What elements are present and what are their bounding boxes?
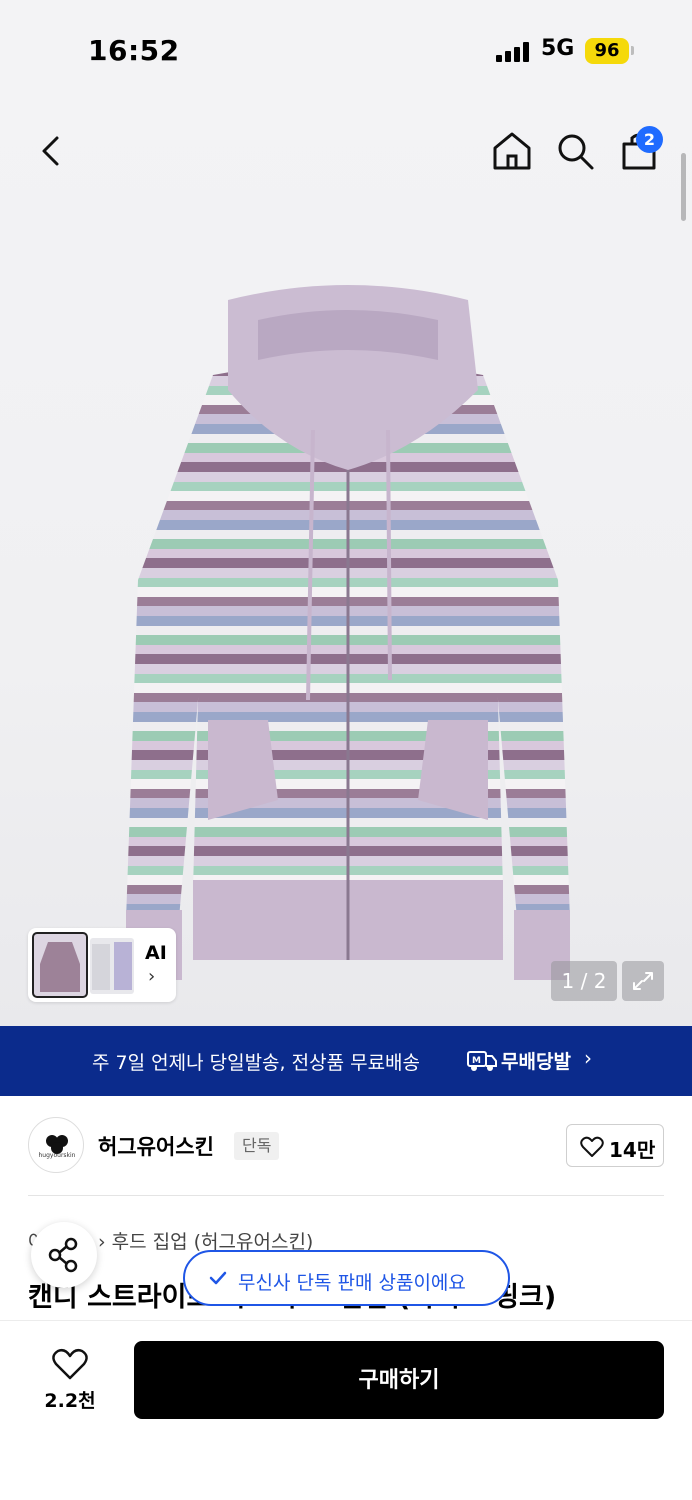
brand-name[interactable]: 허그유어스킨 xyxy=(98,1131,214,1161)
expand-button[interactable] xyxy=(622,961,664,1001)
battery-icon: 96 xyxy=(585,38,629,64)
back-arrow-icon xyxy=(42,136,59,166)
expand-icon xyxy=(633,972,653,990)
buy-button[interactable]: 구매하기 xyxy=(134,1341,664,1419)
shipping-banner[interactable]: 주 7일 언제나 당일발송, 전상품 무료배송 M 무배당발 › xyxy=(0,1026,692,1096)
wishlist-button[interactable]: 2.2천 xyxy=(40,1346,100,1416)
share-button[interactable] xyxy=(31,1222,97,1288)
banner-text: 주 7일 언제나 당일발송, 전상품 무료배송 xyxy=(92,1052,421,1074)
toast-text: 무신사 단독 판매 상품이에요 xyxy=(238,1272,466,1294)
ai-recommendation-card[interactable]: AI › xyxy=(28,928,176,1002)
divider xyxy=(28,1195,664,1196)
brand-logo-icon xyxy=(46,1135,68,1154)
chevron-right-icon: › xyxy=(148,966,156,987)
exclusive-toast: 무신사 단독 판매 상품이에요 xyxy=(183,1250,510,1306)
check-icon xyxy=(209,1271,227,1285)
heart-icon xyxy=(52,1348,88,1380)
search-button[interactable] xyxy=(550,126,600,176)
brand-like-button[interactable]: 14만 xyxy=(566,1124,664,1167)
status-bar: 16:52 5G 96 xyxy=(0,0,692,100)
product-image xyxy=(126,285,570,980)
brand-logo-text: hugyourskin xyxy=(38,1152,76,1159)
heart-icon xyxy=(580,1136,604,1157)
page-indicator: 1 / 2 xyxy=(551,961,617,1001)
chevron-right-icon: › xyxy=(584,1046,592,1070)
wishlist-count: 2.2천 xyxy=(44,1390,96,1412)
home-button[interactable] xyxy=(487,126,537,176)
thumbnail-image[interactable] xyxy=(32,932,88,998)
cart-count-badge: 2 xyxy=(636,126,663,153)
exclusive-badge: 단독 xyxy=(234,1132,280,1160)
scrollbar[interactable] xyxy=(681,153,686,221)
banner-logo-text: 무배당발 xyxy=(501,1051,571,1073)
battery-tip xyxy=(631,46,634,55)
svg-text:M: M xyxy=(472,1056,481,1066)
brand-logo[interactable]: hugyourskin xyxy=(28,1117,84,1173)
status-time: 16:52 xyxy=(88,34,180,67)
delivery-truck-icon: M xyxy=(467,1049,497,1073)
share-icon xyxy=(48,1237,78,1273)
product-image-gallery[interactable]: AI › 1 / 2 xyxy=(0,100,692,1026)
signal-icon xyxy=(496,42,532,62)
back-button[interactable] xyxy=(26,126,76,176)
ai-label: AI xyxy=(145,942,167,964)
network-label: 5G xyxy=(541,36,575,61)
thumbnail-image[interactable] xyxy=(90,938,134,994)
brand-like-count: 14만 xyxy=(609,1138,656,1162)
home-icon xyxy=(493,132,531,170)
search-icon xyxy=(558,134,594,170)
